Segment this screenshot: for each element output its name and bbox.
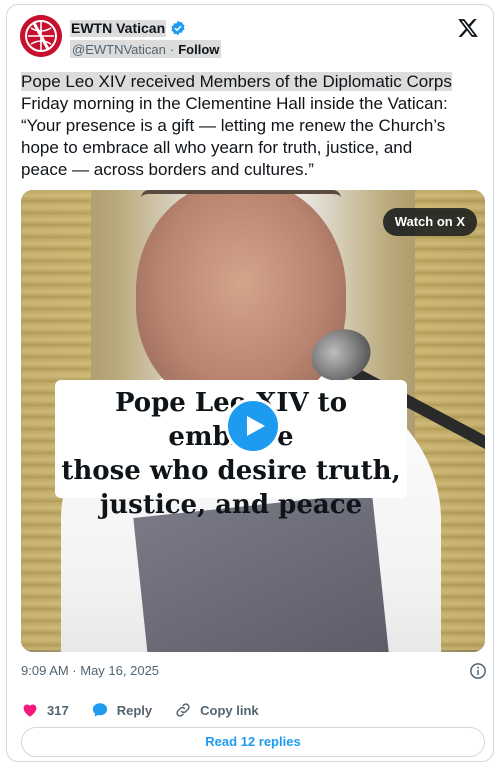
reply-bubble-icon [92,703,107,717]
play-icon [247,416,265,436]
x-logo-icon[interactable] [457,17,479,39]
caption-line: justice, and peace [99,490,363,520]
tweet-header: EWTN Vatican @EWTNVatican · Follow [20,13,483,63]
like-button[interactable]: 317 [21,701,69,719]
timestamp[interactable]: 9:09 AM · May 16, 2025 [21,663,159,678]
tweet-text-line: hope to embrace all who yearn for truth,… [21,138,413,157]
play-button[interactable] [225,398,281,454]
reply-button[interactable]: Reply [91,701,152,719]
heart-icon [23,704,37,717]
reply-label: Reply [116,702,153,718]
author-name-row: EWTN Vatican [70,19,186,37]
watch-on-x-button[interactable]: Watch on X [382,208,477,236]
info-icon[interactable] [469,662,487,680]
separator-dot: · [169,41,175,57]
video-figure-glasses [141,190,341,230]
author-name[interactable]: EWTN Vatican [70,19,167,37]
like-count: 317 [47,702,69,718]
author-handle-row: @EWTNVatican · Follow [70,40,222,58]
tweet-actions: 317 Reply Copy link [21,699,487,721]
tweet-text-line: Pope Leo XIV received Members of the Dip… [21,72,452,91]
read-replies-button[interactable]: Read 12 replies [21,727,485,757]
tweet-card: EWTN Vatican @EWTNVatican · Follow Pope … [6,4,494,762]
caption-line: those who desire truth, [61,456,401,486]
tweet-text-line: peace — across borders and cultures.” [21,160,314,179]
tweet-text: Pope Leo XIV received Members of the Dip… [21,71,487,181]
copy-link-button[interactable]: Copy link [174,701,259,719]
author-handle[interactable]: @EWTNVatican [72,42,166,57]
copy-link-label: Copy link [200,702,259,718]
tweet-text-line: “Your presence is a gift — letting me re… [21,116,446,135]
verified-badge-icon [171,20,185,36]
ewtn-logo-avatar[interactable] [20,15,62,57]
follow-button[interactable]: Follow [178,42,219,57]
video-player[interactable]: Watch on X Pope Leo XIV to embrace those… [21,190,485,652]
link-icon [176,703,190,717]
tweet-text-line: Friday morning in the Clementine Hall in… [21,94,448,113]
tweet-meta: 9:09 AM · May 16, 2025 [21,661,487,681]
